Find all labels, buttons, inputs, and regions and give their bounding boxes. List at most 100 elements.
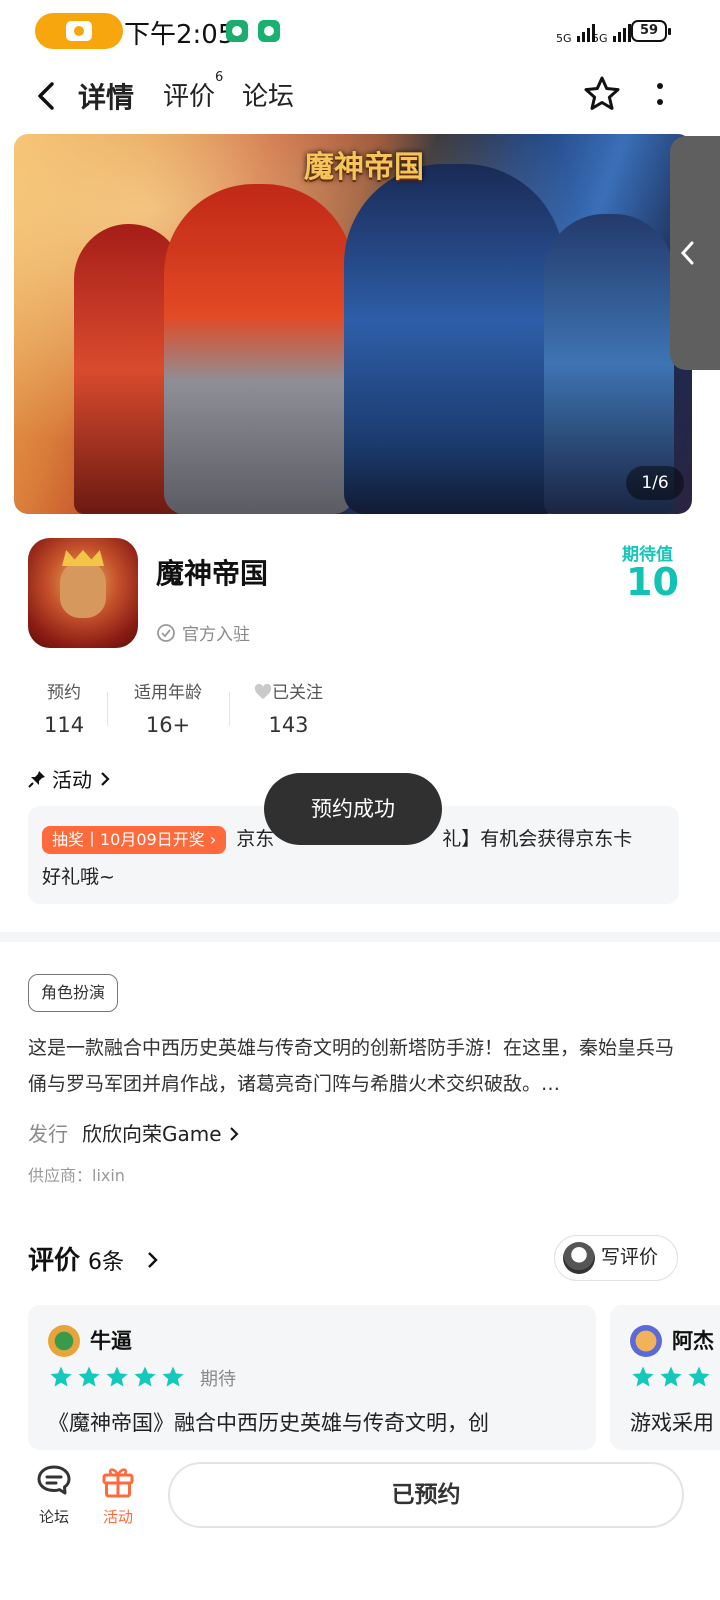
chevron-left-icon	[680, 241, 694, 265]
signal-label: 5G	[556, 32, 572, 45]
reviews-count: 6条	[88, 1250, 125, 1275]
rating-stars	[630, 1365, 712, 1389]
back-arrow-icon[interactable]	[30, 78, 66, 114]
star-icon	[162, 1366, 184, 1387]
stat-value: 16+	[145, 713, 191, 737]
bottom-activity-button[interactable]: 活动	[88, 1464, 148, 1527]
activity-section-header[interactable]: 活动	[28, 764, 112, 793]
write-review-button[interactable]: 写评价	[554, 1235, 678, 1281]
icon-crown	[62, 550, 104, 566]
tab-details-label: 详情	[78, 81, 135, 114]
game-description[interactable]: 这是一款融合中西历史英雄与传奇文明的创新塔防手游！在这里，秦始皇兵马俑与罗马军团…	[28, 1030, 678, 1102]
review-text: 游戏采用	[630, 1411, 714, 1435]
stat-label: 已关注	[254, 678, 323, 703]
reviewer-name: 牛逼	[90, 1329, 132, 1353]
reviewer-avatar	[48, 1325, 80, 1357]
review-card[interactable]: 阿杰 游戏采用	[610, 1305, 720, 1450]
banner-logo: 魔神帝国	[304, 150, 424, 185]
game-title: 魔神帝国	[156, 557, 269, 590]
genre-tag[interactable]: 角色扮演	[28, 974, 119, 1012]
publisher-label: 发行	[28, 1122, 68, 1146]
stat-value: 114	[44, 713, 85, 737]
top-nav: 详情 评价6 论坛	[0, 64, 720, 128]
expect-value: 10	[626, 560, 679, 604]
stat-followers-label: 已关注	[272, 683, 323, 703]
star-icon	[78, 1366, 100, 1387]
stat-reservations: 预约 114	[44, 678, 84, 737]
reviews-header[interactable]: 评价 6条	[28, 1240, 161, 1277]
official-label: 官方入驻	[182, 625, 250, 645]
activity-label: 活动	[102, 1508, 133, 1526]
star-icon	[688, 1366, 710, 1387]
signal-icon-2: 5G	[592, 20, 632, 45]
tab-reviews[interactable]: 评价6	[163, 70, 223, 113]
banner-hero-king	[164, 184, 354, 514]
stat-followers[interactable]: 已关注 143	[254, 678, 323, 737]
publisher-row[interactable]: 发行 欣欣向荣Game	[28, 1118, 240, 1147]
chevron-right-icon	[148, 1252, 158, 1268]
stat-label: 适用年龄	[134, 683, 202, 703]
screen-record-indicator[interactable]	[35, 13, 123, 49]
star-icon	[134, 1366, 156, 1387]
review-card[interactable]: 牛逼 期待 《魔神帝国》融合中西历史英雄与传奇文明，创	[28, 1305, 596, 1450]
tab-forum-label: 论坛	[242, 82, 295, 112]
chevron-right-icon	[101, 771, 110, 786]
official-badge: 官方入驻	[156, 620, 250, 645]
stat-value: 143	[268, 713, 309, 737]
review-text: 《魔神帝国》融合中西历史英雄与传奇文明，创	[48, 1411, 489, 1435]
star-icon	[632, 1366, 654, 1387]
review-tag: 期待	[200, 1369, 236, 1390]
lottery-tag: 抽奖丨10月09日开奖 ›	[42, 825, 227, 854]
star-icon	[106, 1366, 128, 1387]
tab-details[interactable]: 详情	[75, 76, 137, 116]
tab-reviews-badge: 6	[215, 70, 224, 86]
write-review-label: 写评价	[601, 1246, 659, 1268]
game-app-icon	[28, 538, 138, 648]
forum-label: 论坛	[38, 1508, 69, 1526]
pin-icon	[28, 770, 45, 788]
section-divider	[0, 932, 720, 942]
supplier-info: 供应商：lixin	[28, 1166, 125, 1185]
reserved-button[interactable]: 已预约	[168, 1462, 684, 1528]
signal-icon: 5G	[556, 20, 596, 45]
reviewer-name: 阿杰	[672, 1329, 714, 1353]
game-stats: 预约 114 适用年龄 16+ 已关注 143	[0, 678, 720, 738]
bottom-forum-button[interactable]: 论坛	[24, 1464, 84, 1527]
activity-text-end: 礼】有机会获得京东卡	[442, 828, 633, 850]
star-icon	[50, 1366, 72, 1387]
wechat-notification-icon	[226, 20, 248, 42]
activity-text-start: 京东	[236, 828, 275, 850]
status-time: 下午2:05	[124, 20, 235, 50]
camera-icon	[66, 21, 92, 41]
reviewer-avatar	[630, 1325, 662, 1357]
publisher-name: 欣欣向荣Game	[82, 1122, 222, 1146]
stat-divider	[107, 692, 108, 726]
side-panel-handle[interactable]	[670, 136, 720, 370]
rating-stars	[48, 1365, 186, 1389]
signal-label-2: 5G	[592, 32, 608, 45]
stat-age-rating: 适用年龄 16+	[134, 678, 202, 737]
tab-forum[interactable]: 论坛	[242, 76, 294, 113]
check-circle-icon	[157, 623, 175, 642]
carousel-counter: 1/6	[626, 466, 684, 500]
activity-heading: 活动	[52, 768, 92, 792]
icon-face	[60, 560, 106, 618]
screenshot-carousel[interactable]: 魔神帝国 1/6	[14, 134, 692, 514]
status-bar: 下午2:05 5G 5G 59	[0, 0, 720, 64]
stat-divider	[229, 692, 230, 726]
toast-message: 预约成功	[264, 773, 442, 845]
lottery-tag-label: 抽奖丨10月09日开奖	[52, 829, 205, 849]
bottom-action-bar: 论坛 活动 已预约	[0, 1450, 720, 1600]
app-notification-icon	[258, 20, 280, 42]
activity-text-line2: 好礼哦~	[42, 866, 115, 888]
battery-icon: 59	[631, 20, 671, 42]
stat-label: 预约	[47, 683, 82, 703]
user-avatar	[563, 1242, 595, 1274]
tab-reviews-label: 评价	[163, 82, 216, 112]
forum-chat-icon	[37, 1465, 71, 1495]
reviews-title: 评价	[28, 1246, 81, 1276]
more-options-icon[interactable]	[650, 76, 670, 116]
banner-hero-pirate	[344, 164, 564, 514]
favorite-star-icon[interactable]	[582, 74, 622, 114]
heart-icon	[254, 683, 272, 699]
